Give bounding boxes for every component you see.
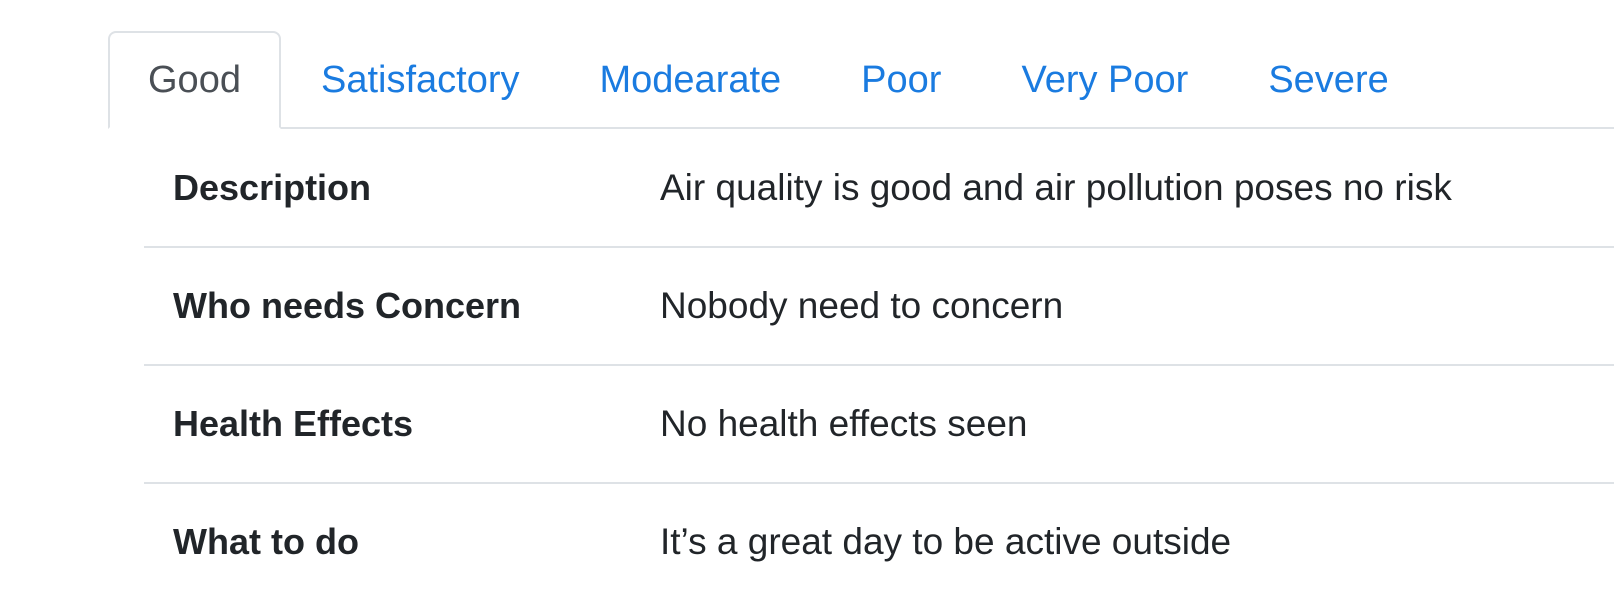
tab-satisfactory[interactable]: Satisfactory [281,31,560,129]
table-row-what-to-do: What to do It’s a great day to be active… [144,484,1614,600]
row-label: Health Effects [173,403,414,444]
aqi-category-tabs: Good Satisfactory Modearate Poor Very Po… [108,31,1429,129]
table-row-description: Description Air quality is good and air … [144,130,1614,248]
row-value: Air quality is good and air pollution po… [660,167,1452,208]
tab-poor[interactable]: Poor [821,31,981,129]
row-label: Description [173,167,372,208]
aqi-info-table: Description Air quality is good and air … [144,130,1614,600]
row-value: No health effects seen [660,403,1028,444]
tab-moderate[interactable]: Modearate [560,31,822,129]
tab-good[interactable]: Good [108,31,281,129]
table-row-who-needs-concern: Who needs Concern Nobody need to concern [144,248,1614,366]
row-value: Nobody need to concern [660,285,1064,326]
row-label: Who needs Concern [173,285,522,326]
tab-very-poor[interactable]: Very Poor [981,31,1228,129]
row-label: What to do [173,521,359,562]
tab-severe[interactable]: Severe [1228,31,1428,129]
tab-divider [108,127,1614,129]
row-value: It’s a great day to be active outside [660,521,1232,562]
table-row-health-effects: Health Effects No health effects seen [144,366,1614,484]
